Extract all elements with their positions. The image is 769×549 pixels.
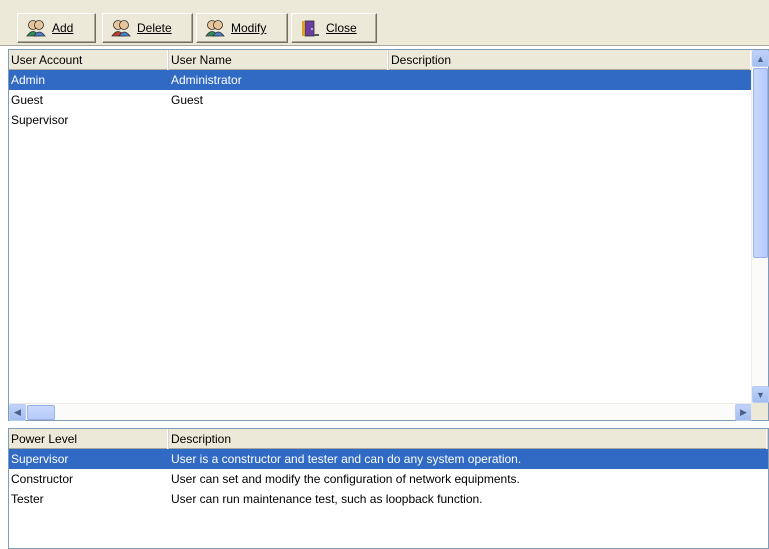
add-button[interactable]: Add xyxy=(17,13,96,43)
column-header-description[interactable]: Description xyxy=(389,50,752,70)
users-delete-icon xyxy=(111,20,131,37)
modify-button[interactable]: Modify xyxy=(196,13,288,43)
cell-user-name: Administrator xyxy=(171,73,242,87)
column-header-user-name[interactable]: User Name xyxy=(169,50,389,70)
column-header-description[interactable]: Description xyxy=(169,429,768,449)
scroll-down-icon[interactable]: ▼ xyxy=(752,386,769,403)
users-modify-icon xyxy=(205,20,225,37)
cell-user-name: Guest xyxy=(171,93,204,107)
exit-door-icon xyxy=(302,20,319,37)
cell-user-account: Supervisor xyxy=(11,113,69,127)
table-row[interactable]: Admin Administrator xyxy=(9,70,752,90)
scroll-up-icon[interactable]: ▲ xyxy=(752,50,769,67)
scrollbar-corner xyxy=(751,403,768,420)
close-button-label: Close xyxy=(326,21,357,35)
add-button-label: Add xyxy=(52,21,74,35)
cell-description: User is a constructor and tester and can… xyxy=(171,452,522,466)
scroll-left-icon[interactable]: ◀ xyxy=(9,404,26,421)
users-table-header: User Account User Name Description xyxy=(9,50,752,70)
vertical-scrollbar[interactable]: ▲ ▼ xyxy=(751,50,769,403)
delete-button-label: Delete xyxy=(137,21,172,35)
cell-description xyxy=(389,70,752,90)
cell-power-level: Tester xyxy=(11,492,44,506)
cell-description xyxy=(389,90,752,110)
delete-button[interactable]: Delete xyxy=(102,13,193,43)
cell-description: User can set and modify the configuratio… xyxy=(171,472,520,486)
table-row[interactable]: Tester User can run maintenance test, su… xyxy=(9,489,768,509)
horizontal-scrollbar[interactable]: ◀ ▶ xyxy=(9,403,752,421)
cell-user-name xyxy=(169,110,389,130)
cell-user-account: Guest xyxy=(11,93,44,107)
power-table-header: Power Level Description xyxy=(9,429,768,449)
cell-user-account: Admin xyxy=(11,73,46,87)
cell-description: User can run maintenance test, such as l… xyxy=(171,492,483,506)
scrollbar-thumb[interactable] xyxy=(27,405,55,420)
scroll-right-icon[interactable]: ▶ xyxy=(735,404,752,421)
users-add-icon xyxy=(26,20,46,37)
column-header-power-level[interactable]: Power Level xyxy=(9,429,169,449)
column-header-user-account[interactable]: User Account xyxy=(9,50,169,70)
table-row[interactable]: Guest Guest xyxy=(9,90,752,110)
scrollbar-thumb[interactable] xyxy=(753,68,768,258)
power-level-table: Power Level Description Supervisor User … xyxy=(8,428,769,549)
users-table: User Account User Name Description Admin… xyxy=(8,49,769,421)
cell-power-level: Supervisor xyxy=(11,452,69,466)
table-row[interactable]: Supervisor xyxy=(9,110,752,130)
cell-description xyxy=(389,110,752,130)
modify-button-label: Modify xyxy=(231,21,267,35)
close-button[interactable]: Close xyxy=(291,13,377,43)
toolbar: Add Delete Modify Close xyxy=(0,0,769,46)
table-row[interactable]: Supervisor User is a constructor and tes… xyxy=(9,449,768,469)
cell-power-level: Constructor xyxy=(11,472,74,486)
table-row[interactable]: Constructor User can set and modify the … xyxy=(9,469,768,489)
